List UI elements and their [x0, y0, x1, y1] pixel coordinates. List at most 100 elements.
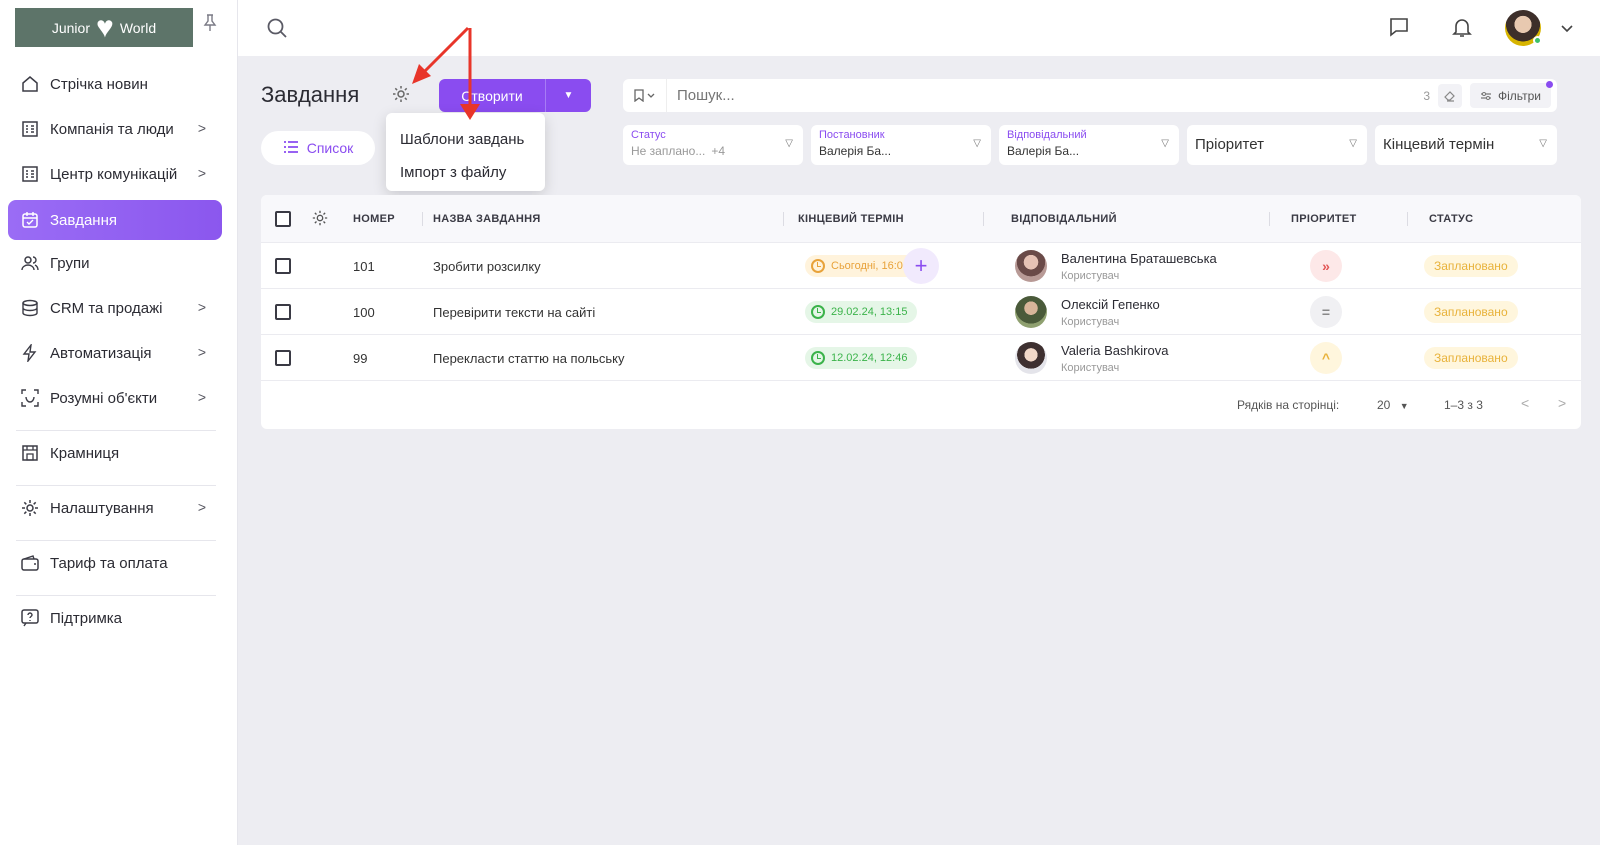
sidebar-item-settings[interactable]: Налаштування >	[8, 488, 222, 528]
sidebar-item-billing[interactable]: Тариф та оплата	[8, 543, 222, 583]
deadline-badge[interactable]: 29.02.24, 13:15	[805, 301, 918, 323]
divider	[16, 485, 216, 486]
divider	[16, 430, 216, 431]
create-button[interactable]: Створити ▼	[439, 79, 591, 112]
status-badge[interactable]: Заплановано	[1424, 347, 1518, 369]
eraser-icon[interactable]	[1438, 83, 1463, 108]
column-header-status[interactable]: СТАТУС	[1429, 213, 1473, 225]
sidebar-item-store[interactable]: Крамниця	[8, 433, 222, 473]
building-icon	[20, 119, 40, 139]
pin-icon[interactable]	[203, 14, 217, 32]
status-badge[interactable]: Заплановано	[1424, 301, 1518, 323]
column-separator	[422, 212, 423, 226]
view-list-label: Список	[306, 140, 354, 156]
sidebar-item-support[interactable]: Підтримка	[8, 598, 222, 638]
table-row[interactable]: 101 Зробити розсилку Сьогодні, 16:00 + В…	[261, 243, 1581, 289]
sidebar-item-label: Центр комунікацій	[50, 165, 178, 183]
rows-per-page-select[interactable]: 20 ▼	[1377, 398, 1409, 412]
task-number: 100	[353, 305, 375, 320]
caret-down-icon[interactable]: ▼	[545, 79, 591, 112]
assignee-name[interactable]: Олексій Гепенко	[1061, 297, 1160, 312]
chevron-right-icon: >	[197, 389, 206, 405]
sidebar-item-automation[interactable]: Автоматизація >	[8, 333, 222, 373]
menu-item-import-file[interactable]: Імпорт з файлу	[386, 156, 545, 189]
search-input[interactable]	[667, 87, 1424, 104]
logo-text-left: Junior	[51, 19, 90, 36]
avatar[interactable]	[1505, 10, 1542, 46]
menu-item-task-templates[interactable]: Шаблони завдань	[386, 123, 545, 156]
priority-normal-icon[interactable]: =	[1310, 296, 1342, 328]
chevron-right-icon: >	[197, 499, 206, 515]
filter-value: Кінцевий термін	[1383, 136, 1495, 153]
prev-page-icon[interactable]: <	[1521, 395, 1529, 411]
wallet-icon	[20, 553, 40, 573]
task-name[interactable]: Перевірити тексти на сайті	[433, 305, 595, 320]
filter-status[interactable]: Статус Не заплано... +4 ▽	[623, 125, 803, 165]
column-header-assignee[interactable]: ВІДПОВІДАЛЬНИЙ	[1011, 213, 1117, 225]
sidebar-item-tasks[interactable]: Завдання	[8, 200, 222, 240]
filter-deadline[interactable]: Кінцевий термін ▽	[1375, 125, 1557, 165]
divider	[16, 540, 216, 541]
sidebar-item-communications[interactable]: Центр комунікацій >	[8, 154, 222, 194]
assignee-name[interactable]: Валентина Браташевська	[1061, 251, 1217, 266]
assignee-name[interactable]: Valeria Bashkirova	[1061, 343, 1168, 358]
database-icon	[20, 298, 40, 318]
chevron-right-icon: >	[197, 165, 206, 181]
sidebar: Junior ♥ World Стрічка новин Компанія та…	[0, 0, 238, 845]
gear-icon[interactable]	[391, 84, 413, 106]
filter-assignee[interactable]: Відповідальний Валерія Ба... ▽	[999, 125, 1179, 165]
sidebar-item-smart-objects[interactable]: Розумні об'єкти >	[8, 378, 222, 418]
status-badge[interactable]: Заплановано	[1424, 255, 1518, 277]
filter-label: Статус	[631, 129, 666, 141]
sidebar-item-news[interactable]: Стрічка новин	[8, 64, 222, 104]
priority-low-icon[interactable]: ^	[1310, 342, 1342, 374]
chevron-right-icon: >	[197, 120, 206, 136]
deadline-badge[interactable]: 12.02.24, 12:46	[805, 347, 918, 369]
add-icon[interactable]: +	[903, 248, 939, 284]
row-checkbox[interactable]	[275, 304, 291, 320]
table-row[interactable]: 100 Перевірити тексти на сайті 29.02.24,…	[261, 289, 1581, 335]
bell-icon[interactable]	[1451, 16, 1473, 43]
next-page-icon[interactable]: >	[1558, 395, 1566, 411]
filter-value: Пріоритет	[1195, 136, 1264, 153]
create-button-label: Створити	[461, 87, 523, 104]
chat-icon[interactable]	[1388, 16, 1410, 43]
chevron-down-icon: ▽	[973, 138, 981, 149]
avatar	[1015, 296, 1047, 328]
table-row[interactable]: 99 Перекласти статтю на польську 12.02.2…	[261, 335, 1581, 381]
sidebar-item-groups[interactable]: Групи	[8, 243, 222, 283]
bookmark-dropdown[interactable]	[623, 79, 667, 112]
sidebar-item-label: Підтримка	[50, 609, 123, 627]
filters-button[interactable]: Фільтри	[1470, 81, 1553, 108]
task-name[interactable]: Перекласти статтю на польську	[433, 351, 625, 366]
search-icon[interactable]	[266, 17, 288, 44]
filter-value: Валерія Ба...	[1007, 144, 1080, 158]
priority-high-icon[interactable]: »	[1310, 250, 1342, 282]
row-checkbox[interactable]	[275, 350, 291, 366]
column-header-name[interactable]: НАЗВА ЗАВДАННЯ	[433, 213, 541, 225]
filter-priority[interactable]: Пріоритет ▽	[1187, 125, 1367, 165]
task-number: 101	[353, 259, 375, 274]
result-count: 3	[1423, 88, 1431, 103]
sidebar-item-company[interactable]: Компанія та люди >	[8, 109, 222, 149]
column-header-deadline[interactable]: КІНЦЕВИЙ ТЕРМІН	[798, 213, 904, 225]
chevron-down-icon[interactable]	[1560, 21, 1574, 39]
store-icon	[20, 443, 40, 463]
column-header-priority[interactable]: ПРІОРИТЕТ	[1291, 213, 1357, 225]
column-separator	[783, 212, 784, 226]
annotation-arrowhead	[412, 64, 431, 84]
filters-label: Фільтри	[1498, 88, 1541, 103]
logo[interactable]: Junior ♥ World	[15, 8, 193, 47]
column-header-number[interactable]: НОМЕР	[353, 213, 395, 225]
users-icon	[20, 253, 40, 273]
task-name[interactable]: Зробити розсилку	[433, 259, 541, 274]
rows-per-page-label: Рядків на сторінці:	[1237, 398, 1340, 412]
select-all-checkbox[interactable]	[275, 211, 291, 227]
assignee-role: Користувач	[1061, 362, 1120, 374]
view-list-button[interactable]: Список	[261, 131, 375, 165]
filter-creator[interactable]: Постановник Валерія Ба... ▽	[811, 125, 991, 165]
chevron-down-icon: ▽	[1349, 138, 1357, 149]
row-checkbox[interactable]	[275, 258, 291, 274]
sidebar-item-crm[interactable]: CRM та продажі >	[8, 288, 222, 328]
column-settings-icon[interactable]	[311, 209, 329, 232]
